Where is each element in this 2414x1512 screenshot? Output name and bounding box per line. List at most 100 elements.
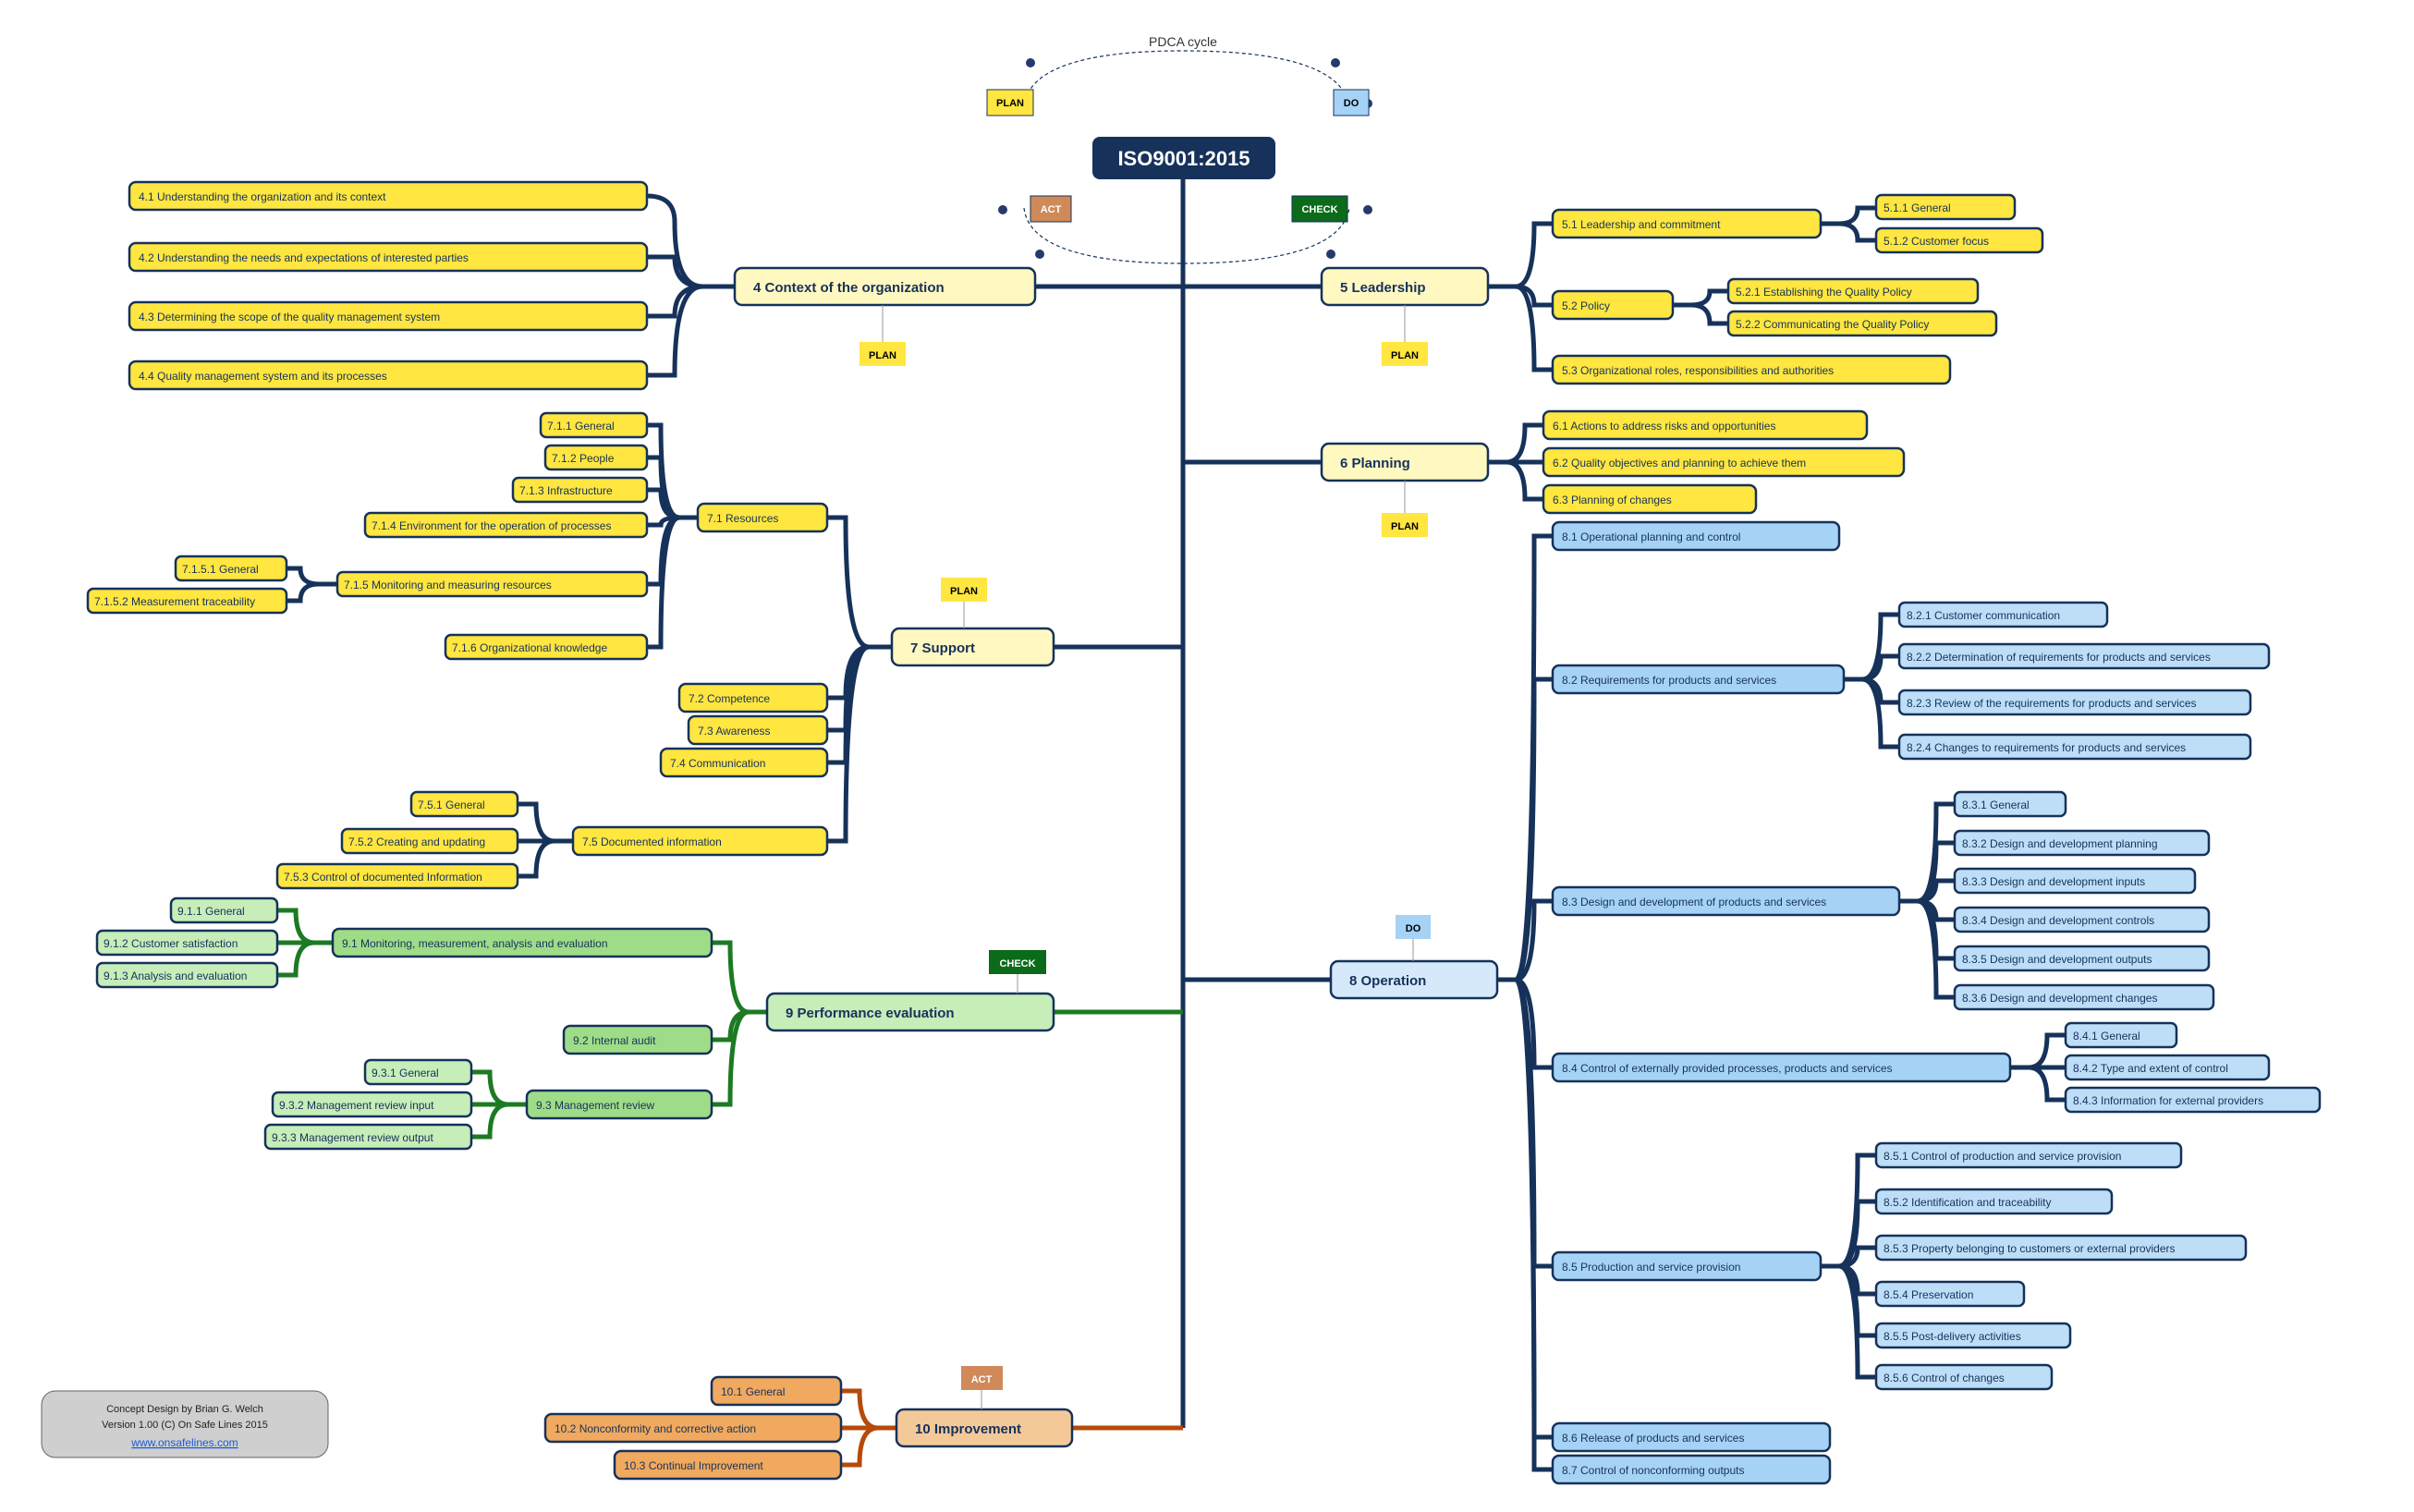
svg-text:8 Operation: 8 Operation: [1349, 973, 1426, 989]
node-8-3: 8.3 Design and development of products a…: [1553, 887, 1899, 915]
svg-text:8.2.2 Determination of requir: 8.2.2 Determination of requirements for …: [1907, 651, 2211, 664]
svg-text:7.1.6 Organizational knowledg: 7.1.6 Organizational knowledge: [452, 641, 607, 654]
node-7-1: 7.1 Resources: [698, 504, 827, 531]
section-5: 5 Leadership: [1322, 268, 1488, 305]
node-5-2: 5.2 Policy: [1553, 291, 1673, 319]
svg-text:PLAN: PLAN: [1391, 521, 1419, 532]
node-8-4-2: 8.4.2 Type and extent of control: [2066, 1055, 2269, 1079]
svg-text:4 Context of the organiza: 4 Context of the organization: [753, 280, 945, 296]
node-7-5: 7.5 Documented information: [573, 827, 827, 855]
section-7: 7 Support: [892, 628, 1054, 665]
node-8-2-3: 8.2.3 Review of the requirements for pro…: [1899, 690, 2250, 714]
svg-text:9.1 Monitoring, measurement: 9.1 Monitoring, measurement, analysis an…: [342, 937, 608, 950]
node-9-1-2: 9.1.2 Customer satisfaction: [97, 931, 277, 955]
tag-plan-4: PLAN: [860, 342, 906, 366]
svg-text:9.3.3 Management review outpu: 9.3.3 Management review output: [272, 1131, 433, 1144]
tag-do-8: DO: [1396, 915, 1431, 939]
svg-text:6.2 Quality objectives and: 6.2 Quality objectives and planning to a…: [1553, 457, 1806, 469]
node-10-2: 10.2 Nonconformity and corrective action: [545, 1414, 841, 1442]
pdca-act: ACT: [1030, 196, 1071, 222]
section-10: 10 Improvement: [896, 1409, 1072, 1446]
svg-text:8.3.5 Design and development: 8.3.5 Design and development outputs: [1962, 953, 2152, 966]
svg-text:7.4 Communication: 7.4 Communication: [670, 757, 765, 770]
tag-act-10: ACT: [961, 1366, 1003, 1390]
svg-text:5.1.2 Customer focus: 5.1.2 Customer focus: [1884, 235, 1989, 248]
section-9: 9 Performance evaluation: [767, 994, 1054, 1030]
svg-text:8.3 Design and development: 8.3 Design and development of products a…: [1562, 896, 1826, 908]
node-9-3-3: 9.3.3 Management review output: [265, 1125, 471, 1149]
node-8-3-5: 8.3.5 Design and development outputs: [1955, 946, 2209, 970]
pdca-do: DO: [1334, 90, 1369, 116]
svg-text:9.3.2 Management review input: 9.3.2 Management review input: [279, 1099, 434, 1112]
pdca-check: CHECK: [1292, 196, 1347, 222]
node-5-3: 5.3 Organizational roles, responsibiliti…: [1553, 356, 1950, 384]
node-8-4-3: 8.4.3 Information for external providers: [2066, 1088, 2320, 1112]
node-6-2: 6.2 Quality objectives and planning to a…: [1543, 448, 1904, 476]
node-10-1: 10.1 General: [712, 1377, 841, 1405]
svg-text:Concept Design by Brian G. Wel: Concept Design by Brian G. Welch: [106, 1404, 263, 1415]
svg-text:8.5.1 Control of production a: 8.5.1 Control of production and service …: [1884, 1150, 2121, 1163]
node-9-2: 9.2 Internal audit: [564, 1026, 712, 1054]
svg-text:10.2 Nonconformity and corr: 10.2 Nonconformity and corrective action: [555, 1422, 756, 1435]
svg-text:8.4 Control of externally p: 8.4 Control of externally provided proce…: [1562, 1062, 1893, 1075]
svg-text:4.2 Understanding the needs: 4.2 Understanding the needs and expectat…: [139, 251, 469, 264]
svg-text:9.3 Management review: 9.3 Management review: [536, 1099, 654, 1112]
svg-text:5 Leadership: 5 Leadership: [1340, 280, 1426, 296]
svg-text:8.5.3 Property belonging to c: 8.5.3 Property belonging to customers or…: [1884, 1242, 2176, 1255]
node-8-3-2: 8.3.2 Design and development planning: [1955, 831, 2209, 855]
node-8-1: 8.1 Operational planning and control: [1553, 522, 1839, 550]
node-8-2-1: 8.2.1 Customer communication: [1899, 603, 2107, 627]
svg-text:5.1 Leadership and commitme: 5.1 Leadership and commitment: [1562, 218, 1721, 231]
svg-text:7.5 Documented information: 7.5 Documented information: [582, 835, 722, 848]
node-6-3: 6.3 Planning of changes: [1543, 485, 1756, 513]
tag-plan-6: PLAN: [1382, 513, 1428, 537]
node-7-1-5: 7.1.5 Monitoring and measuring resources: [337, 572, 647, 596]
svg-text:PLAN: PLAN: [869, 350, 896, 361]
pdca-plan: PLAN: [987, 90, 1033, 116]
svg-text:7.3 Awareness: 7.3 Awareness: [698, 725, 771, 738]
svg-text:8.4.2 Type and extent of cont: 8.4.2 Type and extent of control: [2073, 1062, 2228, 1075]
svg-text:8.1 Operational planning an: 8.1 Operational planning and control: [1562, 530, 1740, 543]
node-7-1-5-1: 7.1.5.1 General: [176, 556, 287, 580]
node-8-4-1: 8.4.1 General: [2066, 1023, 2176, 1047]
svg-text:8.6 Release of products and: 8.6 Release of products and services: [1562, 1432, 1744, 1445]
node-8-3-6: 8.3.6 Design and development changes: [1955, 985, 2213, 1009]
svg-text:7.1.3 Infrastructure: 7.1.3 Infrastructure: [519, 484, 613, 497]
node-7-1-5-2: 7.1.5.2 Measurement traceability: [88, 589, 287, 613]
node-9-3-1: 9.3.1 General: [365, 1060, 471, 1084]
node-7-1-3: 7.1.3 Infrastructure: [513, 478, 647, 502]
svg-text:DO: DO: [1406, 923, 1421, 934]
svg-text:8.2.1 Customer communication: 8.2.1 Customer communication: [1907, 609, 2060, 622]
node-5-1-2: 5.1.2 Customer focus: [1876, 228, 2042, 252]
credits-link[interactable]: www.onsafelines.com: [130, 1436, 238, 1449]
svg-text:7.1 Resources: 7.1 Resources: [707, 512, 778, 525]
svg-text:8.2.3 Review of the requireme: 8.2.3 Review of the requirements for pro…: [1907, 697, 2197, 710]
svg-text:PLAN: PLAN: [1391, 350, 1419, 361]
svg-text:7.1.5 Monitoring and measurin: 7.1.5 Monitoring and measuring resources: [344, 579, 552, 591]
node-8-3-4: 8.3.4 Design and development controls: [1955, 908, 2209, 932]
svg-text:9.1.2 Customer satisfaction: 9.1.2 Customer satisfaction: [104, 937, 238, 950]
node-7-2: 7.2 Competence: [679, 684, 827, 712]
node-5-1: 5.1 Leadership and commitment: [1553, 210, 1821, 238]
section-4: 4 Context of the organization: [735, 268, 1035, 305]
node-5-1-1: 5.1.1 General: [1876, 195, 2015, 219]
node-9-1-1: 9.1.1 General: [171, 898, 277, 922]
node-7-5-1: 7.5.1 General: [411, 792, 518, 816]
svg-text:7.1.2 People: 7.1.2 People: [552, 452, 615, 465]
svg-text:7.1.1 General: 7.1.1 General: [547, 420, 615, 433]
svg-text:7.2 Competence: 7.2 Competence: [689, 692, 770, 705]
node-10-3: 10.3 Continual Improvement: [615, 1451, 841, 1479]
svg-text:CHECK: CHECK: [999, 958, 1035, 969]
svg-text:7.5.3 Control of documented I: 7.5.3 Control of documented Information: [284, 871, 482, 884]
node-4-3: 4.3 Determining the scope of the quality…: [129, 302, 647, 330]
root-node: ISO9001:2015: [1092, 137, 1275, 179]
node-7-4: 7.4 Communication: [661, 749, 827, 776]
svg-text:8.3.1 General: 8.3.1 General: [1962, 799, 2030, 811]
svg-text:PLAN: PLAN: [950, 586, 978, 597]
svg-text:8.3.4 Design and development: 8.3.4 Design and development controls: [1962, 914, 2154, 927]
svg-text:8.3.6 Design and development: 8.3.6 Design and development changes: [1962, 992, 2157, 1005]
node-7-1-1: 7.1.1 General: [541, 413, 647, 437]
node-9-1-3: 9.1.3 Analysis and evaluation: [97, 963, 277, 987]
section-8: 8 Operation: [1331, 961, 1497, 998]
svg-text:PLAN: PLAN: [996, 98, 1024, 109]
